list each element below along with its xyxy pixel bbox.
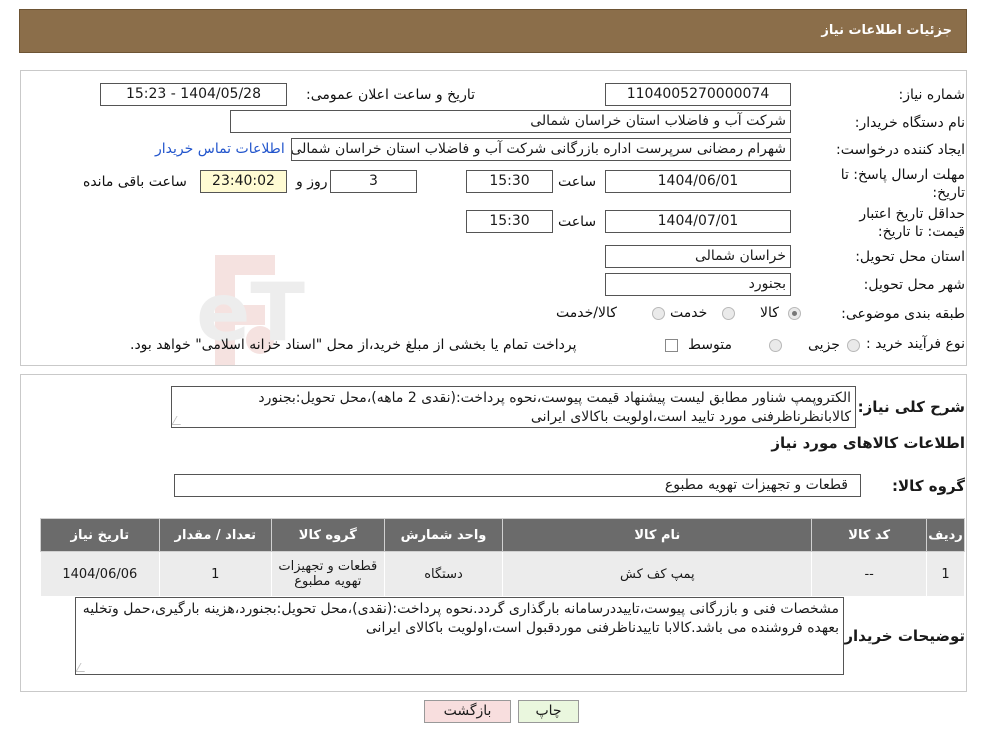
summary-text: الکتروپمپ شناور مطابق لیست پیشنهاد قیمت …	[258, 390, 851, 425]
cell-code: --	[811, 551, 928, 597]
reply-deadline-label: مهلت ارسال پاسخ: تا تاریخ:	[840, 167, 965, 201]
cell-date: 1404/06/06	[40, 551, 160, 597]
category-radio-goods[interactable]	[788, 307, 801, 320]
goods-group-label: گروه کالا:	[892, 477, 965, 495]
col-row: ردیف	[926, 518, 965, 552]
buyer-notes-label: توضیحات خریدار:	[838, 627, 965, 645]
process-label: نوع فرآیند خرید :	[866, 336, 965, 352]
category-radio-service[interactable]	[722, 307, 735, 320]
col-name: نام کالا	[502, 518, 813, 552]
buyer-org-label: نام دستگاه خریدار:	[854, 115, 965, 131]
creator-field[interactable]: شهرام رمضانی سرپرست اداره بازرگانی شرکت …	[291, 138, 791, 161]
col-group: گروه کالا	[270, 518, 385, 552]
table-row[interactable]: 1 -- پمپ کف کش دستگاه قطعات و تجهیزات ته…	[40, 551, 965, 597]
announce-field[interactable]: 1404/05/28 - 15:23	[100, 83, 287, 106]
process-option-medium: متوسط	[688, 337, 732, 353]
announce-label: تاریخ و ساعت اعلان عمومی:	[306, 87, 475, 103]
cell-row: 1	[926, 551, 965, 597]
city-label: شهر محل تحویل:	[863, 277, 965, 293]
print-button[interactable]: چاپ	[518, 700, 579, 723]
need-number-field[interactable]: 1104005270000074	[605, 83, 791, 106]
province-label: استان محل تحویل:	[855, 249, 965, 265]
payment-note: پرداخت تمام یا بخشی از مبلغ خرید،از محل …	[130, 337, 577, 353]
process-option-minor: جزیی	[808, 337, 840, 353]
resize-handle-icon[interactable]	[172, 416, 186, 425]
treasury-checkbox[interactable]	[665, 339, 678, 352]
page-title: جزئیات اطلاعات نیاز	[821, 23, 952, 38]
city-field[interactable]: بجنورد	[605, 273, 791, 296]
items-table: ردیف کد کالا نام کالا واحد شمارش گروه کا…	[40, 518, 965, 597]
validity-time-field[interactable]: 15:30	[466, 210, 553, 233]
buyer-org-field[interactable]: شرکت آب و فاضلاب استان خراسان شمالی	[230, 110, 791, 133]
validity-date-field[interactable]: 1404/07/01	[605, 210, 791, 233]
category-option-goods: کالا	[760, 305, 779, 321]
category-label: طبقه بندی موضوعی:	[841, 306, 965, 322]
category-option-service: خدمت	[670, 305, 708, 321]
goods-section-title: اطلاعات کالاهای مورد نیاز	[771, 434, 965, 452]
cell-unit: دستگاه	[383, 551, 504, 597]
need-number-label: شماره نیاز:	[898, 87, 966, 103]
resize-handle-icon[interactable]	[76, 663, 90, 672]
table-header-row: ردیف کد کالا نام کالا واحد شمارش گروه کا…	[40, 518, 965, 552]
days-field[interactable]: 3	[330, 170, 417, 193]
back-button[interactable]: بازگشت	[424, 700, 511, 723]
creator-label: ایجاد کننده درخواست:	[836, 142, 965, 158]
category-option-goods-service: کالا/خدمت	[556, 305, 617, 321]
page-header: جزئیات اطلاعات نیاز	[19, 9, 967, 53]
buyer-notes-textarea[interactable]: مشخصات فنی و بازرگانی پیوست،تاییددرسامان…	[75, 597, 844, 675]
col-unit: واحد شمارش	[383, 518, 504, 552]
remaining-label: ساعت باقی مانده	[83, 174, 187, 190]
cell-qty: 1	[158, 551, 272, 597]
summary-textarea[interactable]: الکتروپمپ شناور مطابق لیست پیشنهاد قیمت …	[171, 386, 856, 428]
buyer-notes-text: مشخصات فنی و بازرگانی پیوست،تاییددرسامان…	[82, 601, 839, 636]
reply-date-field[interactable]: 1404/06/01	[605, 170, 791, 193]
col-date: تاریخ نیاز	[40, 518, 160, 552]
validity-label: حداقل تاریخ اعتبار قیمت: تا تاریخ:	[859, 206, 965, 240]
summary-label: شرح کلی نیاز:	[857, 398, 965, 416]
cell-name: پمپ کف کش	[502, 551, 813, 597]
buyer-contact-link[interactable]: اطلاعات تماس خریدار	[155, 141, 285, 157]
validity-time-label: ساعت	[558, 214, 597, 230]
remaining-time-field: 23:40:02	[200, 170, 287, 193]
days-label: روز و	[296, 174, 328, 190]
reply-time-field[interactable]: 15:30	[466, 170, 553, 193]
province-field[interactable]: خراسان شمالی	[605, 245, 791, 268]
goods-group-field[interactable]: قطعات و تجهیزات تهویه مطبوع	[174, 474, 861, 497]
process-radio-medium[interactable]	[769, 339, 782, 352]
process-radio-minor[interactable]	[847, 339, 860, 352]
col-code: کد کالا	[811, 518, 928, 552]
reply-time-label: ساعت	[558, 174, 597, 190]
col-qty: تعداد / مقدار	[158, 518, 272, 552]
cell-group: قطعات و تجهیزات تهویه مطبوع	[270, 551, 385, 597]
category-radio-goods-service[interactable]	[652, 307, 665, 320]
